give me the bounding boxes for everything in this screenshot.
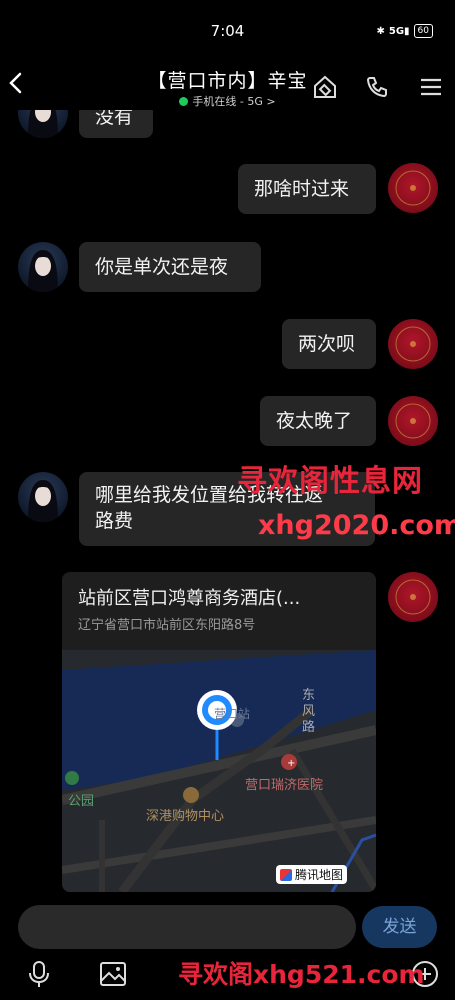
signal-icon: 5G▮ — [388, 25, 410, 37]
avatar-other[interactable] — [18, 242, 68, 292]
svg-text:+: + — [287, 758, 295, 769]
image-icon[interactable] — [98, 959, 128, 989]
message-bubble[interactable]: 那啥时过来 — [238, 164, 376, 214]
map-label-road: 东风路 — [302, 688, 316, 735]
message-input[interactable] — [18, 905, 356, 949]
watermark-url: xhg2020.com — [258, 510, 455, 541]
seal-avatar-icon — [395, 326, 431, 362]
avatar-other[interactable] — [18, 472, 68, 522]
map-label-park: 公园 — [68, 794, 95, 809]
microphone-icon[interactable] — [24, 959, 54, 989]
status-bar: 7:04 ✱ 5G▮ 60 — [0, 0, 455, 60]
battery-icon: 60 — [413, 24, 433, 38]
map-label-station: 营口站 — [214, 707, 251, 721]
avatar-me[interactable] — [388, 572, 438, 622]
send-button[interactable]: 发送 — [362, 906, 437, 948]
message-bubble[interactable]: 夜太晚了 — [260, 396, 376, 446]
composer: 发送 — [0, 900, 455, 955]
avatar-me[interactable] — [388, 396, 438, 446]
menu-icon[interactable] — [418, 74, 444, 100]
map-label-mall: 深港购物中心 — [146, 809, 225, 824]
avatar-me[interactable] — [388, 163, 438, 213]
input-toolbar: 寻欢阁xhg521.com — [0, 955, 455, 1000]
location-card[interactable]: 站前区营口鸿尊商务酒店(... 辽宁省营口市站前区东阳路8号 + 营口站 东风路… — [62, 572, 376, 892]
map-provider-badge: 腾讯地图 — [276, 865, 348, 884]
status-icons: ✱ 5G▮ 60 — [376, 24, 433, 38]
seal-avatar-icon — [395, 403, 431, 439]
map-label-hospital: 营口瑞济医院 — [245, 778, 324, 793]
location-address: 辽宁省营口市站前区东阳路8号 — [78, 618, 256, 633]
phone-icon[interactable] — [364, 74, 390, 100]
location-title: 站前区营口鸿尊商务酒店(... — [78, 588, 301, 609]
avatar-me[interactable] — [388, 319, 438, 369]
message-bubble[interactable]: 两次呗 — [282, 319, 376, 369]
map-preview[interactable]: + 营口站 东风路 营口瑞济医院 深港购物中心 公园 腾讯地图 — [62, 650, 376, 892]
girl-avatar-icon — [28, 110, 58, 138]
seal-avatar-icon — [395, 170, 431, 206]
home-shield-icon[interactable] — [312, 74, 338, 100]
girl-avatar-icon — [28, 480, 58, 522]
map-provider-label: 腾讯地图 — [295, 868, 344, 882]
watermark-bottom: 寻欢阁xhg521.com — [178, 960, 425, 989]
avatar-other[interactable] — [18, 110, 68, 138]
watermark-text: 寻欢阁性息网 — [237, 464, 423, 499]
online-status-text: 手机在线 - 5G > — [192, 95, 276, 108]
seal-avatar-icon — [395, 579, 431, 615]
message-list[interactable]: 没有 那啥时过来 你是单次还是夜 两次呗 夜太晚了 哪里给我发位置给我转往返 路… — [0, 110, 455, 900]
message-bubble[interactable]: 没有 — [79, 110, 153, 138]
bluetooth-icon: ✱ — [376, 25, 385, 37]
map-svg: + — [62, 650, 376, 892]
girl-avatar-icon — [28, 250, 58, 292]
chat-header: 【营口市内】辛宝 手机在线 - 5G > — [0, 60, 455, 110]
tencent-map-icon — [280, 868, 292, 881]
online-dot-icon — [179, 97, 189, 106]
message-bubble[interactable]: 你是单次还是夜 — [79, 242, 261, 292]
